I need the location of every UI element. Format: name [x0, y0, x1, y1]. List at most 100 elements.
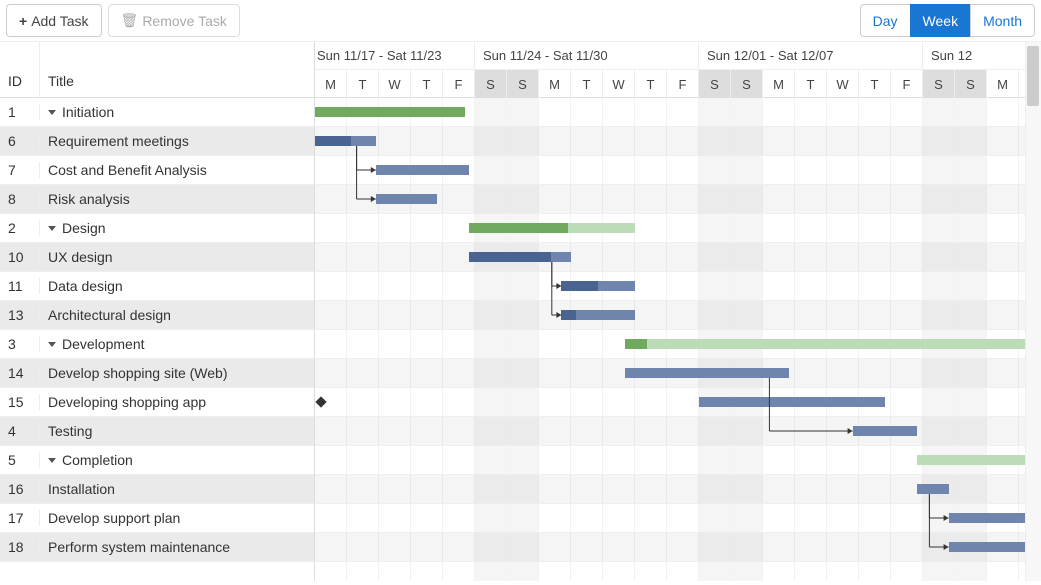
task-row[interactable]: 8 Risk analysis	[0, 185, 314, 214]
day-header: W	[603, 69, 635, 98]
task-row[interactable]: 14 Develop shopping site (Web)	[0, 359, 314, 388]
task-id-cell: 18	[0, 539, 40, 555]
view-month-button[interactable]: Month	[970, 4, 1035, 37]
task-title-label: Perform system maintenance	[48, 539, 230, 555]
day-header: T	[571, 69, 603, 98]
task-row[interactable]: 10 UX design	[0, 243, 314, 272]
task-bar[interactable]	[469, 252, 571, 262]
expand-caret-icon[interactable]	[48, 226, 56, 231]
task-bar[interactable]	[625, 368, 788, 378]
task-title-label: Risk analysis	[48, 191, 130, 207]
view-day-button[interactable]: Day	[860, 4, 910, 37]
timeline[interactable]: Sun 11/17 - Sat 11/23Sun 11/24 - Sat 11/…	[315, 42, 1041, 581]
task-title-label: Installation	[48, 481, 115, 497]
task-title-cell: Perform system maintenance	[40, 539, 314, 555]
task-title-label: Testing	[48, 423, 92, 439]
timeline-row	[315, 243, 1041, 272]
task-id-cell: 5	[0, 452, 40, 468]
day-header: T	[635, 69, 667, 98]
scrollbar-thumb[interactable]	[1027, 46, 1039, 106]
day-header: T	[411, 69, 443, 98]
add-task-button[interactable]: +Add Task	[6, 4, 102, 37]
task-row[interactable]: 4 Testing	[0, 417, 314, 446]
day-header: M	[539, 69, 571, 98]
task-row[interactable]: 16Installation	[0, 475, 314, 504]
task-title-label: Data design	[48, 278, 123, 294]
task-row[interactable]: 1Initiation	[0, 98, 314, 127]
task-row[interactable]: 17Develop support plan	[0, 504, 314, 533]
view-week-button[interactable]: Week	[910, 4, 971, 37]
column-header-title[interactable]: Title	[40, 42, 314, 97]
day-header: M	[315, 69, 347, 98]
task-title-label: Completion	[62, 452, 133, 468]
timeline-row	[315, 301, 1041, 330]
summary-bar[interactable]	[315, 107, 465, 117]
task-bar[interactable]	[376, 165, 469, 175]
toolbar: +Add Task 🗑Remove Task Day Week Month	[0, 0, 1041, 41]
day-header: S	[507, 69, 539, 98]
task-row[interactable]: 7Cost and Benefit Analysis	[0, 156, 314, 185]
summary-bar[interactable]	[625, 339, 1041, 349]
day-header: F	[443, 69, 475, 98]
timeline-row	[315, 388, 1041, 417]
timeline-row	[315, 533, 1041, 562]
task-bar[interactable]	[315, 136, 376, 146]
task-title-cell: Architectural design	[40, 307, 314, 323]
task-bar[interactable]	[699, 397, 885, 407]
day-header: S	[923, 69, 955, 98]
task-title-cell: UX design	[40, 249, 314, 265]
task-title-label: UX design	[48, 249, 113, 265]
task-id-cell: 1	[0, 104, 40, 120]
task-title-cell: Installation	[40, 481, 314, 497]
task-bar[interactable]	[376, 194, 437, 204]
column-header-id[interactable]: ID	[0, 42, 40, 97]
task-row[interactable]: 6Requirement meetings	[0, 127, 314, 156]
task-id-cell: 17	[0, 510, 40, 526]
task-title-cell: Data design	[40, 278, 314, 294]
week-header: Sun 12/01 - Sat 12/07	[699, 42, 923, 69]
task-id-cell: 4	[0, 423, 40, 439]
expand-caret-icon[interactable]	[48, 342, 56, 347]
task-title-label: Development	[62, 336, 145, 352]
task-row[interactable]: 3 Development	[0, 330, 314, 359]
task-row[interactable]: 5 Completion	[0, 446, 314, 475]
day-header: T	[859, 69, 891, 98]
task-row[interactable]: 11Data design	[0, 272, 314, 301]
task-id-cell: 8	[0, 191, 40, 207]
task-row[interactable]: 15Developing shopping app	[0, 388, 314, 417]
week-header: Sun 11/17 - Sat 11/23	[315, 42, 475, 69]
expand-caret-icon[interactable]	[48, 458, 56, 463]
gantt-container: ID Title 1Initiation6Requirement meeting…	[0, 41, 1041, 581]
vertical-scrollbar[interactable]	[1025, 42, 1041, 581]
timeline-body[interactable]	[315, 98, 1041, 581]
timeline-row	[315, 504, 1041, 533]
task-title-label: Develop shopping site (Web)	[48, 365, 228, 381]
task-title-label: Cost and Benefit Analysis	[48, 162, 207, 178]
task-id-cell: 13	[0, 307, 40, 323]
task-bar[interactable]	[561, 310, 635, 320]
task-id-cell: 3	[0, 336, 40, 352]
task-bar[interactable]	[917, 484, 949, 494]
expand-caret-icon[interactable]	[48, 110, 56, 115]
task-id-cell: 10	[0, 249, 40, 265]
task-title-cell: Cost and Benefit Analysis	[40, 162, 314, 178]
task-grid: ID Title 1Initiation6Requirement meeting…	[0, 42, 315, 581]
week-header: Sun 11/24 - Sat 11/30	[475, 42, 699, 69]
task-id-cell: 14	[0, 365, 40, 381]
remove-task-button[interactable]: 🗑Remove Task	[108, 4, 240, 37]
task-title-cell: Testing	[40, 423, 314, 439]
day-header: M	[987, 69, 1019, 98]
task-row[interactable]: 13Architectural design	[0, 301, 314, 330]
summary-bar[interactable]	[469, 223, 635, 233]
day-header: T	[347, 69, 379, 98]
task-row[interactable]: 2Design	[0, 214, 314, 243]
day-header: S	[699, 69, 731, 98]
task-bar[interactable]	[561, 281, 635, 291]
summary-bar[interactable]	[917, 455, 1041, 465]
task-bar[interactable]	[853, 426, 917, 436]
day-header: F	[667, 69, 699, 98]
day-header: W	[379, 69, 411, 98]
task-id-cell: 2	[0, 220, 40, 236]
timeline-row	[315, 127, 1041, 156]
task-row[interactable]: 18 Perform system maintenance	[0, 533, 314, 562]
